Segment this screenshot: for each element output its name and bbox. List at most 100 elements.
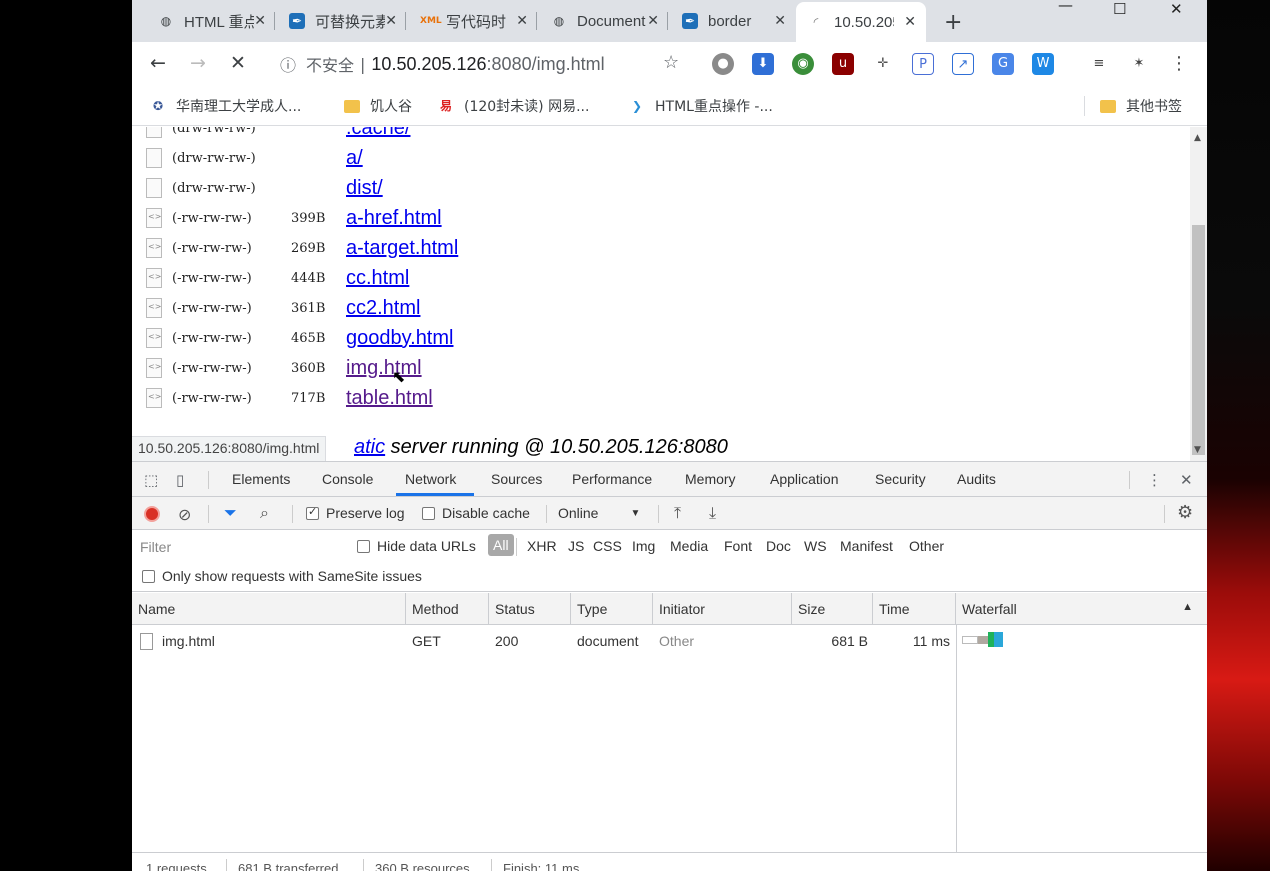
new-tab-button[interactable]: + (944, 10, 962, 35)
tab-document[interactable]: ◍ Document ✕ (539, 6, 669, 36)
scroll-down-icon[interactable]: ▼ (1194, 445, 1201, 455)
tab-memory[interactable]: Memory (685, 471, 736, 487)
hide-data-urls-checkbox[interactable]: Hide data URLs (357, 538, 476, 554)
close-icon[interactable]: ✕ (516, 13, 528, 29)
eagle-extension-icon[interactable]: ✶ (1128, 53, 1150, 75)
tab-active-current[interactable]: ◜ 10.50.205.126 ✕ (796, 2, 926, 42)
file-link[interactable]: a-target.html (346, 237, 458, 260)
filter-manifest[interactable]: Manifest (840, 538, 893, 554)
bookmark-other[interactable]: 其他书签 (1100, 96, 1182, 116)
disable-cache-checkbox[interactable]: Disable cache (422, 505, 530, 521)
close-icon[interactable]: ✕ (774, 13, 786, 29)
close-icon[interactable]: ✕ (385, 13, 397, 29)
clear-icon[interactable]: ⊘ (178, 505, 191, 525)
column-header-time[interactable]: Time (873, 593, 956, 625)
bookmark-jirengu[interactable]: 饥人谷 (344, 96, 412, 116)
devtools-menu-icon[interactable]: ⋮ (1147, 471, 1162, 489)
tab-elements[interactable]: Elements (232, 471, 290, 487)
close-icon[interactable]: ✕ (647, 13, 659, 29)
scroll-up-icon[interactable]: ▲ (1194, 133, 1201, 143)
tab-network[interactable]: Network (405, 471, 456, 487)
column-header-waterfall[interactable]: Waterfall ▲ (956, 593, 1207, 625)
file-link[interactable]: goodby.html (346, 327, 453, 350)
tab-console[interactable]: Console (322, 471, 373, 487)
tomato-extension-icon[interactable]: ● (712, 53, 734, 75)
filter-media[interactable]: Media (670, 538, 708, 554)
ublock-icon[interactable]: u (832, 53, 854, 75)
tab-security[interactable]: Security (875, 471, 926, 487)
column-header-name[interactable]: Name (132, 593, 406, 625)
filter-all[interactable]: All (488, 534, 514, 556)
tab-border[interactable]: ✒ border ✕ (670, 6, 796, 36)
record-icon[interactable] (144, 506, 160, 522)
close-icon[interactable]: ✕ (904, 14, 916, 30)
column-header-method[interactable]: Method (406, 593, 489, 625)
close-window-button[interactable]: ✕ (1170, 0, 1183, 20)
bookmark-scut[interactable]: ✪ 华南理工大学成人... (150, 96, 301, 116)
file-link[interactable]: a/ (346, 147, 363, 170)
export-har-icon[interactable]: ⤓ (709, 505, 716, 523)
tab-write-code[interactable]: XML 写代码时 ✕ (408, 6, 538, 36)
samesite-checkbox[interactable]: Only show requests with SameSite issues (142, 568, 422, 584)
more-menu-icon[interactable]: ⋮ (1168, 53, 1190, 75)
tab-application[interactable]: Application (770, 471, 839, 487)
bookmark-netease[interactable]: 易 (120封未读) 网易... (438, 96, 589, 116)
filter-icon[interactable]: ⏷ (224, 505, 237, 523)
pocket-extension-icon[interactable]: ⬇ (752, 53, 774, 75)
forward-button[interactable]: → (190, 52, 206, 74)
address-bar[interactable]: ⓘ 不安全 | 10.50.205.126 :8080/img.html (272, 50, 692, 78)
close-devtools-icon[interactable]: ✕ (1180, 471, 1193, 489)
file-link[interactable]: dist/ (346, 177, 383, 200)
filter-input[interactable]: Filter (140, 539, 171, 555)
playlist-icon[interactable]: ≡ (1088, 53, 1110, 75)
filter-img[interactable]: Img (632, 538, 655, 554)
translate-extension-icon[interactable]: G (992, 53, 1014, 75)
globe-extension-icon[interactable]: ◉ (792, 53, 814, 75)
file-link[interactable]: table.html (346, 387, 433, 410)
server-link[interactable]: atic (354, 436, 385, 458)
tab-sources[interactable]: Sources (491, 471, 542, 487)
column-header-initiator[interactable]: Initiator (653, 593, 792, 625)
file-link[interactable]: a-href.html (346, 207, 442, 230)
move-extension-icon[interactable]: ✛ (872, 53, 894, 75)
file-link[interactable]: cc.html (346, 267, 409, 290)
info-icon[interactable]: ⓘ (280, 52, 296, 76)
throttling-select[interactable]: Online ▼ (558, 505, 640, 521)
bookmark-html-ops[interactable]: ❯ HTML重点操作 -... (629, 96, 773, 116)
stop-button[interactable]: ✕ (230, 52, 246, 74)
pdf-extension-icon[interactable]: P (912, 53, 934, 75)
w-extension-icon[interactable]: W (1032, 53, 1054, 75)
scrollbar-thumb[interactable] (1192, 225, 1205, 455)
back-button[interactable]: ← (150, 52, 166, 74)
settings-gear-icon[interactable]: ⚙ (1177, 502, 1193, 523)
file-link[interactable]: .cache/ (346, 127, 410, 140)
filter-xhr[interactable]: XHR (527, 538, 557, 554)
star-icon[interactable]: ☆ (663, 52, 679, 73)
file-link[interactable]: cc2.html (346, 297, 420, 320)
preserve-log-checkbox[interactable]: Preserve log (306, 505, 405, 521)
column-header-type[interactable]: Type (571, 593, 653, 625)
filter-js[interactable]: JS (568, 538, 584, 554)
filter-css[interactable]: CSS (593, 538, 622, 554)
column-header-status[interactable]: Status (489, 593, 571, 625)
share-extension-icon[interactable]: ↗ (952, 53, 974, 75)
filter-font[interactable]: Font (724, 538, 752, 554)
tab-audits[interactable]: Audits (957, 471, 996, 487)
sort-ascending-icon[interactable]: ▲ (1182, 601, 1193, 613)
filter-ws[interactable]: WS (804, 538, 827, 554)
file-link[interactable]: img.html (346, 357, 422, 380)
import-har-icon[interactable]: ⤒ (674, 505, 681, 523)
search-icon[interactable]: ⌕ (260, 505, 269, 523)
inspect-element-icon[interactable]: ⬚ (144, 471, 158, 489)
tab-performance[interactable]: Performance (572, 471, 652, 487)
close-icon[interactable]: ✕ (254, 13, 266, 29)
maximize-button[interactable]: ☐ (1113, 0, 1126, 20)
page-scrollbar[interactable]: ▲ ▼ (1190, 127, 1207, 461)
filter-doc[interactable]: Doc (766, 538, 791, 554)
column-header-size[interactable]: Size (792, 593, 873, 625)
tab-replaceable[interactable]: ✒ 可替换元素 ✕ (277, 6, 407, 36)
minimize-button[interactable]: — (1058, 0, 1073, 16)
tab-html[interactable]: ◍ HTML 重点操作 ✕ (146, 6, 276, 36)
device-toolbar-icon[interactable]: ▯ (176, 471, 184, 489)
filter-other[interactable]: Other (909, 538, 944, 554)
